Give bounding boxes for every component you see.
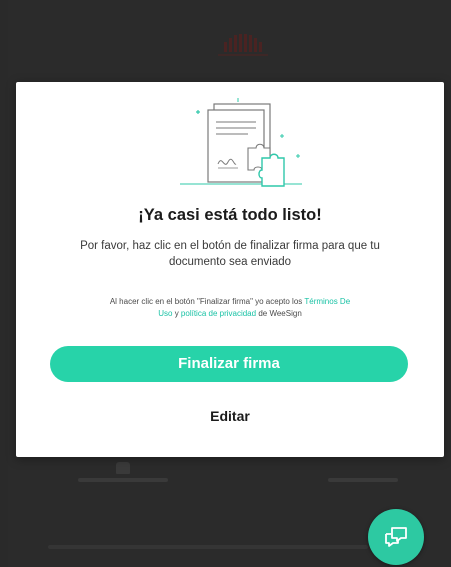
edit-button[interactable]: Editar xyxy=(166,404,294,428)
brand-name: WeeSign xyxy=(269,308,302,318)
legal-prefix: Al hacer clic en el botón "Finalizar fir… xyxy=(109,297,303,306)
background-item-left xyxy=(78,462,168,482)
finalize-modal: ¡Ya casi está todo listo! Por favor, haz… xyxy=(16,82,444,457)
background-footer-text xyxy=(48,545,368,549)
background-dim-text xyxy=(78,478,168,482)
modal-title: ¡Ya casi está todo listo! xyxy=(138,206,322,224)
background-actions xyxy=(78,462,398,482)
finalize-signature-button[interactable]: Finalizar firma xyxy=(50,346,408,382)
background-item-right xyxy=(328,478,398,482)
screen: ¡Ya casi está todo listo! Por favor, haz… xyxy=(0,0,451,567)
legal-and: y xyxy=(174,308,179,318)
legal-of: de xyxy=(258,308,268,318)
chat-bubbles-icon xyxy=(385,527,407,547)
privacy-policy-link[interactable]: política de privacidad xyxy=(181,309,256,318)
legal-notice: Al hacer clic en el botón "Finalizar fir… xyxy=(106,296,354,319)
background-logo xyxy=(218,34,268,60)
background-dim-text xyxy=(328,478,398,482)
document-puzzle-illustration xyxy=(180,98,302,187)
background-user-icon xyxy=(116,462,130,474)
chat-button[interactable] xyxy=(368,509,424,565)
modal-description: Por favor, haz clic en el botón de final… xyxy=(80,240,380,268)
